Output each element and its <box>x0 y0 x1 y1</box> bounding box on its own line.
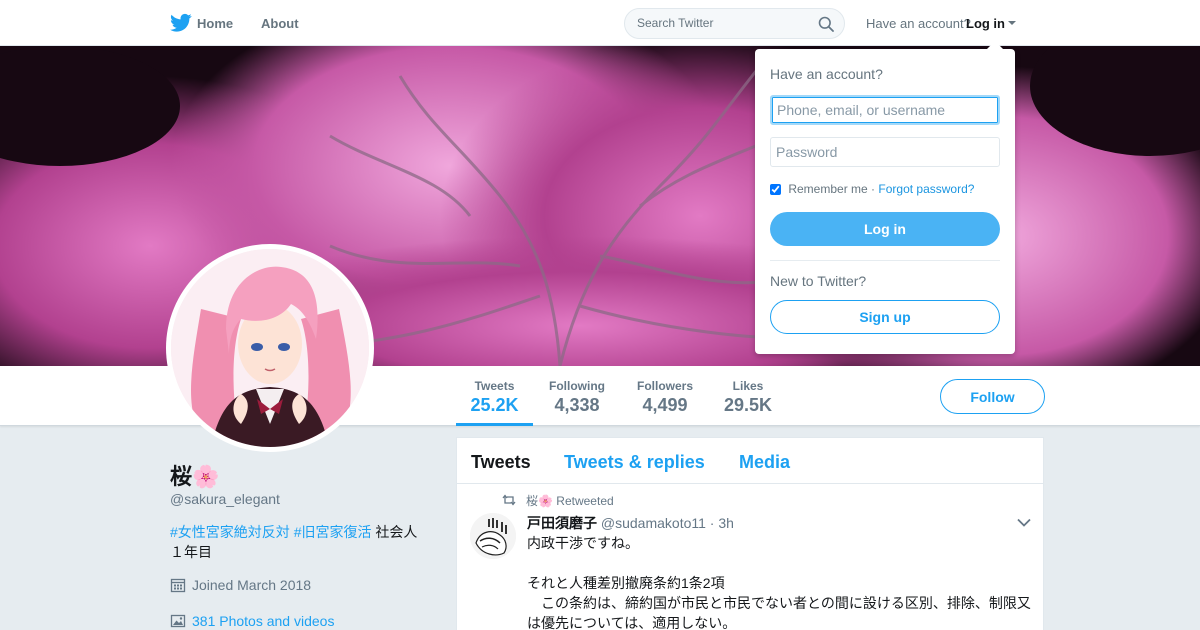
tab-tweets-replies[interactable]: Tweets & replies <box>564 452 705 473</box>
login-link[interactable]: Log in <box>966 0 1005 46</box>
login-dropdown: Have an account? Remember me · Forgot pa… <box>755 41 1015 354</box>
stat-tweets[interactable]: Tweets 25.2K <box>456 366 533 426</box>
image-icon <box>170 614 186 628</box>
divider <box>770 260 1000 261</box>
profile-joined: Joined March 2018 <box>170 576 311 594</box>
stat-value: 29.5K <box>723 395 773 415</box>
signup-button[interactable]: Sign up <box>770 300 1000 334</box>
caret-down-icon[interactable] <box>1008 21 1016 25</box>
tab-media[interactable]: Media <box>739 452 790 473</box>
profile-handle[interactable]: @sakura_elegant <box>170 491 280 507</box>
stat-label: Following <box>549 379 605 393</box>
password-field[interactable] <box>770 137 1000 167</box>
bio-hashtag[interactable]: #旧宮家復活 <box>294 524 372 540</box>
stat-label: Likes <box>732 379 764 393</box>
photos-text[interactable]: 381 Photos and videos <box>192 613 334 629</box>
tweet-author-handle[interactable]: @sudamakoto11 <box>601 515 706 531</box>
twitter-bird-icon[interactable] <box>170 13 192 33</box>
profile-photos-link[interactable]: 381 Photos and videos <box>170 612 334 630</box>
forgot-password-link[interactable]: Forgot password? <box>878 182 974 196</box>
remember-me-label[interactable]: Remember me <box>788 182 867 196</box>
tab-tweets[interactable]: Tweets <box>471 452 531 473</box>
calendar-icon <box>170 578 186 593</box>
stat-label: Tweets <box>474 379 515 393</box>
profile-avatar[interactable] <box>166 244 374 452</box>
top-nav: Home About Have an account? Log in <box>0 0 1200 46</box>
nav-about-link[interactable]: About <box>261 0 299 46</box>
have-account-text: Have an account? <box>866 16 971 31</box>
anime-girl-avatar-image <box>171 249 369 447</box>
tweet-header: 戸田須磨子 @sudamakoto11 · 3h <box>527 513 734 533</box>
timeline: Tweets Tweets & replies Media 桜🌸 Retweet… <box>456 437 1044 630</box>
login-button[interactable]: Log in <box>770 212 1000 246</box>
retweet-context: 桜🌸 Retweeted <box>526 492 614 509</box>
retweeter-name[interactable]: 桜🌸 <box>526 494 553 508</box>
stat-value: 4,499 <box>642 395 688 415</box>
search-icon[interactable] <box>818 16 834 32</box>
bio-hashtag[interactable]: #女性宮家絶対反対 <box>170 524 290 540</box>
tweet[interactable]: 桜🌸 Retweeted 戸田須磨子 @sudamakoto11 · 3h 内政… <box>457 484 1043 630</box>
retweet-icon <box>502 494 516 506</box>
new-to-twitter-text: New to Twitter? <box>770 273 867 289</box>
stat-following[interactable]: Following 4,338 <box>541 366 613 426</box>
search-input[interactable] <box>637 16 807 30</box>
tweet-author-avatar[interactable] <box>470 513 516 559</box>
retweeted-label: Retweeted <box>556 494 614 508</box>
search-box[interactable] <box>624 8 845 39</box>
joined-text: Joined March 2018 <box>192 577 312 593</box>
stat-followers[interactable]: Followers 4,499 <box>628 366 702 426</box>
chevron-down-icon[interactable] <box>1017 518 1031 527</box>
follow-button[interactable]: Follow <box>940 379 1045 414</box>
remember-me-checkbox[interactable] <box>770 184 781 195</box>
profile-bio: #女性宮家絶対反対 #旧宮家復活 社会人 １年目 <box>170 522 430 562</box>
bio-text: １年目 <box>170 544 212 560</box>
timeline-tabs: Tweets Tweets & replies Media <box>457 438 1043 484</box>
stat-value: 25.2K <box>470 395 519 415</box>
username-field[interactable] <box>770 95 1000 125</box>
tweet-author-name[interactable]: 戸田須磨子 <box>527 515 597 531</box>
nav-home-link[interactable]: Home <box>197 0 233 46</box>
separator-dot: · <box>871 182 876 196</box>
dropdown-title: Have an account? <box>770 66 883 82</box>
tweet-text: 内政干渉ですね。 それと人種差別撤廃条約1条2項 この条約は、締約国が市民と市民… <box>527 535 1031 630</box>
stat-likes[interactable]: Likes 29.5K <box>718 366 778 426</box>
bio-text: 社会人 <box>375 524 418 540</box>
profile-name[interactable]: 桜🌸 <box>170 459 219 491</box>
tweet-timestamp[interactable]: · 3h <box>710 515 734 531</box>
remember-row: Remember me · Forgot password? <box>770 182 974 196</box>
stat-value: 4,338 <box>554 395 600 415</box>
stat-label: Followers <box>636 379 693 393</box>
